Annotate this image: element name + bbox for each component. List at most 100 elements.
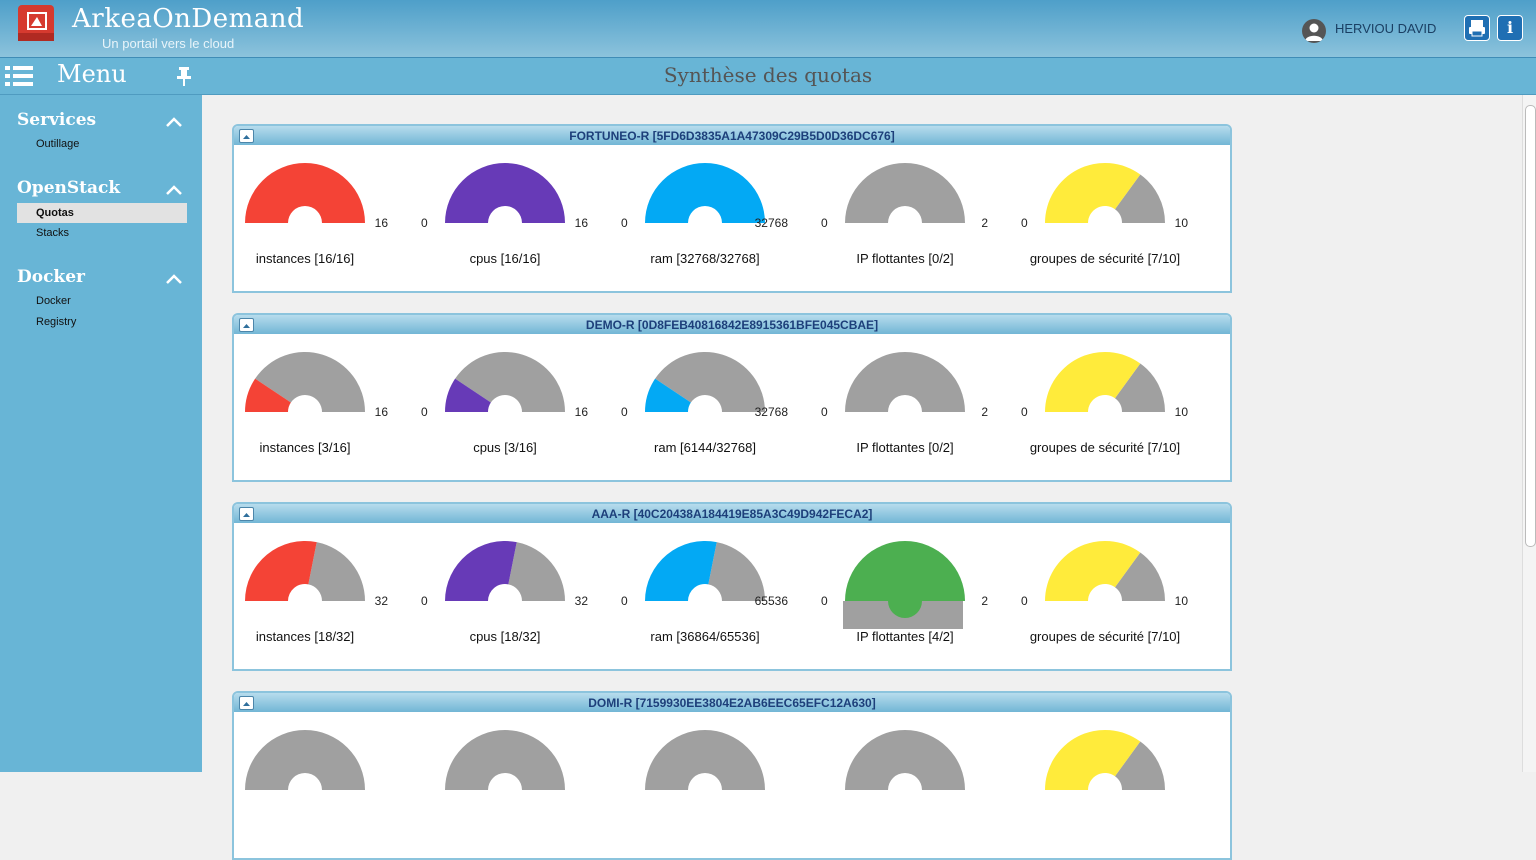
gauge-max: 10 — [1174, 594, 1188, 608]
gauge-min: 0 — [421, 594, 428, 608]
gauge-ip: 0 2 IP flottantes [0/2] — [800, 161, 1000, 281]
info-icon[interactable]: i — [1497, 15, 1523, 41]
sidebar-section-openstack[interactable]: OpenStack — [17, 178, 120, 198]
gauge-min: 0 — [621, 216, 628, 230]
vertical-scrollbar[interactable] — [1522, 95, 1536, 772]
sidebar-item-quotas[interactable]: Quotas — [17, 203, 187, 223]
gauge-min: 0 — [621, 594, 628, 608]
sidebar-item-stacks[interactable]: Stacks — [17, 223, 187, 243]
gauge-remaining — [245, 730, 365, 790]
gauge-label: IP flottantes [4/2] — [856, 629, 954, 644]
gauge-arc — [645, 352, 765, 412]
page-title: Synthèse des quotas — [663, 63, 873, 87]
gauge-max: 16 — [574, 405, 588, 419]
gauge-arc — [445, 163, 565, 223]
gauge-arc — [645, 541, 765, 601]
gauge-ram — [600, 728, 800, 848]
panel-header: DOMI-R [7159930EE3804E2AB6EEC65EFC12A630… — [234, 693, 1230, 712]
sidebar: Services Outillage OpenStack Quotas Stac… — [0, 95, 203, 772]
gauge-label: groupes de sécurité [7/10] — [1029, 251, 1181, 266]
gauge-used — [245, 541, 317, 601]
gauge-arc — [445, 352, 565, 412]
gauge-max: 32768 — [754, 405, 788, 419]
gauge-label: cpus [18/32] — [469, 629, 541, 644]
scrollbar-thumb[interactable] — [1525, 105, 1536, 547]
gauge-min: 0 — [1021, 405, 1028, 419]
gauge-arc — [845, 163, 965, 223]
gauge-label: instances [18/32] — [255, 629, 355, 644]
gauge-cpus: 0 16 cpus [3/16] — [400, 350, 600, 470]
gauge-arc — [1045, 730, 1165, 790]
gauge-label: cpus [3/16] — [473, 440, 537, 455]
gauge-ram: 0 65536 ram [36864/65536] — [600, 539, 800, 659]
panel-header: FORTUNEO-R [5FD6D3835A1A47309C29B5D0D36D… — [234, 126, 1230, 145]
sidebar-item-outillage[interactable]: Outillage — [17, 134, 187, 154]
gauge-secgroups: 0 10 groupes de sécurité [7/10] — [1000, 161, 1200, 281]
gauge-max: 32 — [574, 594, 588, 608]
gauge-arc — [445, 730, 565, 790]
gauge-arc — [1045, 352, 1165, 412]
gauge-label: cpus [16/16] — [469, 251, 541, 266]
gauge-remaining — [708, 542, 765, 601]
project-panel: AAA-R [40C20438A184419E85A3C49D942FECA2]… — [232, 502, 1232, 671]
gauge-min: 0 — [821, 216, 828, 230]
user-avatar-icon[interactable] — [1302, 19, 1326, 43]
gauge-min: 0 — [1021, 216, 1028, 230]
panel-title: DOMI-R [7159930EE3804E2AB6EEC65EFC12A630… — [588, 696, 876, 710]
gauge-used — [845, 541, 965, 601]
gauge-arc — [843, 541, 965, 629]
gauge-remaining — [845, 352, 965, 412]
gauge-max: 16 — [574, 216, 588, 230]
gauge-instances: 016instances [16/16] — [234, 161, 400, 281]
gauge-arc — [245, 352, 365, 412]
gauge-arc — [245, 541, 365, 601]
gauge-remaining — [308, 542, 365, 601]
panel-title: DEMO-R [0D8FEB40816842E8915361BFE045CBAE… — [585, 318, 879, 332]
chevron-up-icon[interactable] — [165, 272, 183, 284]
app-logo-icon[interactable] — [14, 3, 58, 46]
sidebar-item-docker[interactable]: Docker — [17, 291, 187, 311]
gauge-label: groupes de sécurité [7/10] — [1029, 440, 1181, 455]
project-panel: FORTUNEO-R [5FD6D3835A1A47309C29B5D0D36D… — [232, 124, 1232, 293]
gauge-used — [445, 163, 565, 223]
chevron-up-icon[interactable] — [165, 183, 183, 195]
user-name[interactable]: HERVIOU DAVID — [1335, 21, 1436, 36]
gauge-remaining — [845, 163, 965, 223]
gauge-instances: 016instances [3/16] — [234, 350, 400, 470]
gauge-max: 10 — [1174, 216, 1188, 230]
gauge-secgroups: 0 10 groupes de sécurité [7/10] — [1000, 350, 1200, 470]
gauge-max: 65536 — [754, 594, 788, 608]
app-title: ArkeaOnDemand — [72, 4, 305, 34]
gauge-arc — [1045, 541, 1165, 601]
print-icon[interactable] — [1464, 15, 1490, 41]
gauge-label: ram [36864/65536] — [650, 629, 760, 644]
gauge-min: 0 — [421, 405, 428, 419]
gauge-label: instances [16/16] — [255, 251, 355, 266]
gauge-remaining — [845, 730, 965, 790]
gauge-max: 2 — [981, 594, 988, 608]
gauge-min: 0 — [621, 405, 628, 419]
gauge-ip: 0 2 IP flottantes [0/2] — [800, 350, 1000, 470]
gauge-used — [445, 541, 517, 601]
gauge-instances: 032instances [18/32] — [234, 539, 400, 659]
gauge-ram: 0 32768 ram [6144/32768] — [600, 350, 800, 470]
gauge-cpus: 0 16 cpus [16/16] — [400, 161, 600, 281]
sidebar-section-docker[interactable]: Docker — [17, 267, 85, 287]
sidebar-section-services[interactable]: Services — [17, 110, 96, 130]
gauge-label: groupes de sécurité [7/10] — [1029, 629, 1181, 644]
menu-bar: Menu Synthèse des quotas — [0, 58, 1536, 95]
gauge-secgroups: 0 10 groupes de sécurité [7/10] — [1000, 539, 1200, 659]
gauge-max: 2 — [981, 405, 988, 419]
app-header: ArkeaOnDemand Un portail vers le cloud H… — [0, 0, 1536, 58]
gauge-label: ram [6144/32768] — [654, 440, 756, 455]
gauge-arc — [245, 163, 365, 223]
gauge-ram: 0 32768 ram [32768/32768] — [600, 161, 800, 281]
gauge-max: 32768 — [754, 216, 788, 230]
sidebar-item-registry[interactable]: Registry — [17, 312, 187, 332]
app-subtitle: Un portail vers le cloud — [102, 36, 235, 51]
chevron-up-icon[interactable] — [165, 115, 183, 127]
gauge-cpus — [400, 728, 600, 848]
gauge-max: 2 — [981, 216, 988, 230]
gauge-label: ram [32768/32768] — [650, 251, 760, 266]
gauge-remaining — [508, 542, 565, 601]
